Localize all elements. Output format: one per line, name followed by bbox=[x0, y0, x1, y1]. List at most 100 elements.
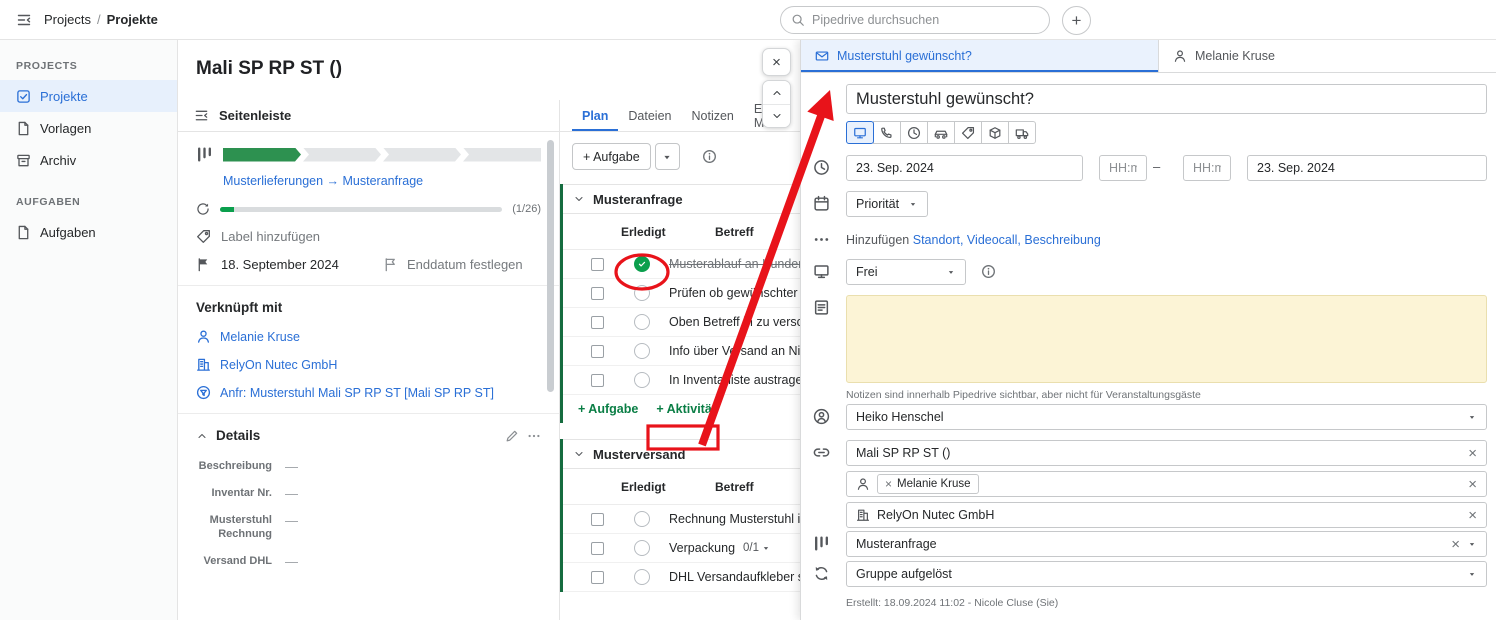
phase-breadcrumb-link[interactable]: Musterlieferungen → Musteranfrage bbox=[196, 174, 541, 188]
tab-notizen[interactable]: Notizen bbox=[682, 100, 744, 131]
type-shipping-button[interactable] bbox=[1008, 121, 1036, 144]
task-checkbox[interactable] bbox=[591, 571, 604, 584]
caret-down-icon bbox=[661, 151, 673, 163]
end-date-link[interactable]: Enddatum festlegen bbox=[407, 257, 523, 272]
global-search[interactable] bbox=[780, 6, 1050, 34]
task-done-toggle[interactable] bbox=[634, 540, 650, 556]
clear-person-button[interactable]: × bbox=[1468, 477, 1477, 492]
type-call-button[interactable] bbox=[873, 121, 901, 144]
add-label-link[interactable]: Label hinzufügen bbox=[221, 229, 320, 244]
end-date-input[interactable] bbox=[1257, 161, 1477, 175]
task-row[interactable]: Prüfen ob gewünschter M bbox=[563, 279, 800, 308]
task-row[interactable]: In Inventarliste austragen bbox=[563, 366, 800, 395]
task-row[interactable]: DHL Versandaufkleber s bbox=[563, 563, 800, 592]
clear-organization-button[interactable]: × bbox=[1468, 508, 1477, 523]
phase-dropdown[interactable]: Musteranfrage × bbox=[846, 531, 1487, 557]
task-checkbox[interactable] bbox=[591, 316, 604, 329]
close-panel-button[interactable]: × bbox=[762, 48, 791, 76]
task-done-toggle[interactable] bbox=[634, 343, 650, 359]
start-time-input[interactable] bbox=[1109, 161, 1137, 175]
task-progress-count: (1/26) bbox=[512, 203, 541, 215]
start-date[interactable]: 18. September 2024 bbox=[221, 257, 339, 272]
linked-organization[interactable]: RelyOn Nutec GmbH bbox=[196, 357, 541, 372]
start-date-input[interactable] bbox=[856, 161, 1073, 175]
info-icon[interactable] bbox=[702, 149, 717, 164]
task-row[interactable]: Verpackung 0/1 bbox=[563, 534, 800, 563]
task-checkbox[interactable] bbox=[591, 374, 604, 387]
search-icon bbox=[791, 13, 805, 27]
phase-progress-bar[interactable] bbox=[223, 148, 541, 162]
type-tag-button[interactable] bbox=[954, 121, 982, 144]
activity-panel-tabs: Musterstuhl gewünscht? Melanie Kruse bbox=[801, 40, 1496, 73]
clear-phase-button[interactable]: × bbox=[1451, 537, 1460, 552]
task-done-toggle[interactable] bbox=[634, 372, 650, 388]
more-options-icon[interactable] bbox=[527, 429, 541, 443]
linked-person[interactable]: Melanie Kruse bbox=[196, 329, 541, 344]
priority-dropdown[interactable]: Priorität bbox=[846, 191, 928, 217]
task-row[interactable]: Rechnung Musterstuhl in bbox=[563, 505, 800, 534]
breadcrumb-section[interactable]: Projects bbox=[44, 12, 91, 27]
person-chip[interactable]: × Melanie Kruse bbox=[877, 474, 979, 494]
task-row[interactable]: Info über Versand an Nic bbox=[563, 337, 800, 366]
note-textarea[interactable] bbox=[846, 295, 1487, 383]
linked-project-field[interactable]: Mali SP RP ST () × bbox=[846, 440, 1487, 466]
type-car-button[interactable] bbox=[927, 121, 955, 144]
chevron-up-icon[interactable] bbox=[196, 430, 208, 442]
task-done-toggle[interactable] bbox=[634, 256, 650, 272]
group-dropdown[interactable]: Gruppe aufgelöst bbox=[846, 561, 1487, 587]
add-fields-links[interactable]: Standort, Videocall, Beschreibung bbox=[913, 233, 1101, 247]
task-row[interactable]: Oben Betreff in zu versch bbox=[563, 308, 800, 337]
info-icon[interactable] bbox=[981, 264, 996, 279]
add-task-link[interactable]: + Aufgabe bbox=[578, 402, 638, 416]
dates-row: 18. September 2024 Enddatum festlegen bbox=[196, 257, 541, 272]
collapse-nav-icon[interactable] bbox=[16, 12, 32, 28]
previous-item-button[interactable] bbox=[763, 81, 790, 104]
organization-field[interactable]: RelyOn Nutec GmbH × bbox=[846, 502, 1487, 528]
availability-dropdown[interactable]: Frei bbox=[846, 259, 966, 285]
task-checkbox[interactable] bbox=[591, 542, 604, 555]
activity-title-input[interactable] bbox=[856, 90, 1477, 109]
clear-project-button[interactable]: × bbox=[1468, 446, 1477, 461]
sidebar-item-archiv[interactable]: Archiv bbox=[0, 144, 177, 176]
task-checkbox[interactable] bbox=[591, 258, 604, 271]
tab-dateien[interactable]: Dateien bbox=[618, 100, 681, 131]
task-checkbox[interactable] bbox=[591, 513, 604, 526]
task-group-header[interactable]: Musteranfrage bbox=[563, 184, 800, 214]
add-task-caret-button[interactable] bbox=[655, 143, 680, 170]
edit-pencil-icon[interactable] bbox=[505, 429, 519, 443]
tab-plan[interactable]: Plan bbox=[572, 100, 618, 131]
type-monitor-button[interactable] bbox=[846, 121, 874, 144]
refresh-icon bbox=[196, 202, 210, 216]
sidebar-item-aufgaben[interactable]: Aufgaben bbox=[0, 216, 177, 248]
type-package-button[interactable] bbox=[981, 121, 1009, 144]
next-item-button[interactable] bbox=[763, 104, 790, 127]
end-time-input[interactable] bbox=[1193, 161, 1221, 175]
subtask-counter[interactable]: 0/1 bbox=[743, 542, 771, 554]
tab-activity-musterstuhl[interactable]: Musterstuhl gewünscht? bbox=[801, 40, 1159, 72]
task-done-toggle[interactable] bbox=[634, 511, 650, 527]
label-row[interactable]: Label hinzufügen bbox=[196, 229, 541, 244]
remove-person-chip-button[interactable]: × bbox=[885, 478, 892, 490]
task-done-toggle[interactable] bbox=[634, 314, 650, 330]
task-group-header[interactable]: Musterversand bbox=[563, 439, 800, 469]
type-task-button[interactable] bbox=[900, 121, 928, 144]
owner-dropdown[interactable]: Heiko Henschel bbox=[846, 404, 1487, 430]
task-done-toggle[interactable] bbox=[634, 569, 650, 585]
search-input[interactable] bbox=[812, 13, 1039, 27]
templates-icon bbox=[16, 121, 31, 136]
quick-add-button[interactable]: + bbox=[1062, 6, 1091, 35]
scrollbar[interactable] bbox=[547, 140, 554, 392]
linked-deal[interactable]: Anfr: Musterstuhl Mali SP RP ST [Mali SP… bbox=[196, 385, 541, 400]
sidebar-item-vorlagen[interactable]: Vorlagen bbox=[0, 112, 177, 144]
task-done-toggle[interactable] bbox=[634, 285, 650, 301]
task-row[interactable]: Musterablauf an Kunden bbox=[563, 250, 800, 279]
task-checkbox[interactable] bbox=[591, 345, 604, 358]
task-checkbox[interactable] bbox=[591, 287, 604, 300]
task-group-musteranfrage: Musteranfrage Erledigt Betreff Musterabl… bbox=[560, 184, 800, 423]
collapse-panel-icon[interactable] bbox=[194, 108, 209, 123]
add-task-button[interactable]: + Aufgabe bbox=[572, 143, 651, 170]
tab-person-melanie-kruse[interactable]: Melanie Kruse bbox=[1159, 40, 1496, 72]
add-activity-link[interactable]: + Aktivität bbox=[656, 402, 716, 416]
sidebar-item-projekte[interactable]: Projekte bbox=[0, 80, 177, 112]
linked-person-field[interactable]: × Melanie Kruse × bbox=[846, 471, 1487, 497]
